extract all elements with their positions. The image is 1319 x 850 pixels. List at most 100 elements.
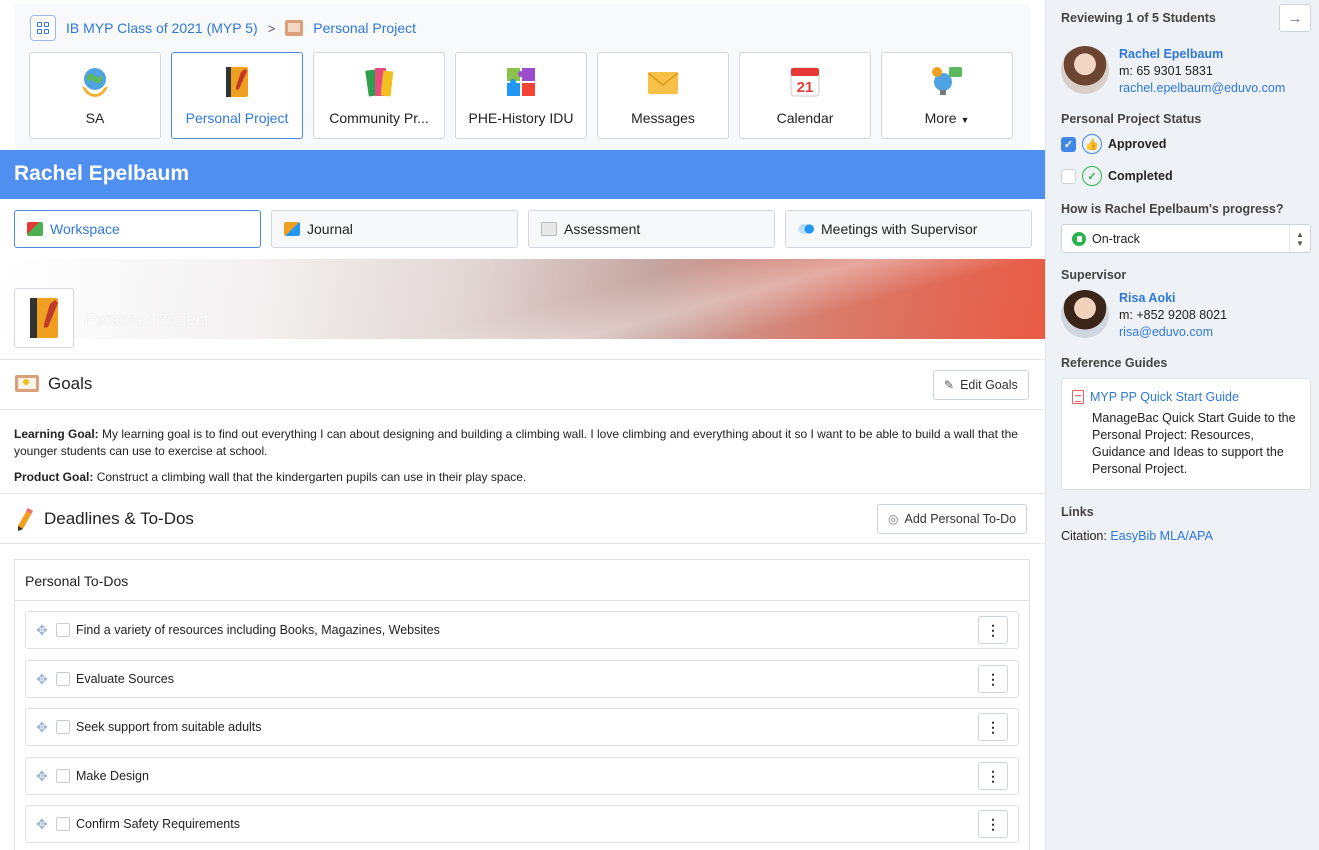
product-goal-label: Product Goal:: [14, 470, 94, 484]
tab-label: Meetings with Supervisor: [821, 221, 978, 237]
tile-messages[interactable]: Messages: [597, 52, 729, 139]
tab-workspace[interactable]: Workspace: [14, 210, 261, 248]
citation-prefix: Citation:: [1061, 529, 1107, 543]
product-goal: Product Goal: Construct a climbing wall …: [14, 469, 1024, 486]
workspace-icon: [27, 222, 43, 236]
todo-label: Find a variety of resources including Bo…: [76, 623, 440, 637]
arrow-right-icon: →: [1287, 9, 1303, 27]
student-name-link[interactable]: Rachel Epelbaum: [1119, 46, 1285, 63]
drag-handle-icon[interactable]: ✥: [36, 817, 50, 831]
kebab-menu-icon[interactable]: ⋮: [978, 665, 1008, 693]
books-icon: [361, 64, 397, 100]
supervisor-card: Risa Aoki m: +852 9208 8021 risa@eduvo.c…: [1061, 290, 1227, 341]
tab-meetings-with-supervisor[interactable]: Meetings with Supervisor: [785, 210, 1032, 248]
completed-checkbox[interactable]: [1061, 168, 1076, 184]
drag-handle-icon[interactable]: ✥: [36, 769, 50, 783]
todo-label: Evaluate Sources: [76, 672, 174, 686]
tile-label: Personal Project: [185, 110, 289, 126]
next-student-button[interactable]: →: [1279, 4, 1311, 32]
student-banner: Rachel Epelbaum: [0, 150, 1045, 199]
add-circle-icon: ◎: [888, 512, 899, 526]
tab-assessment[interactable]: Assessment: [528, 210, 775, 248]
class-header: IB MYP Class of 2021 (MYP 5) > Personal …: [14, 4, 1030, 148]
student-avatar: [1061, 46, 1109, 94]
tile-personal-project[interactable]: Personal Project: [171, 52, 303, 139]
breadcrumb-current[interactable]: Personal Project: [313, 20, 416, 36]
tile-label: PHE-History IDU: [468, 110, 574, 126]
goals-heading: Goals: [14, 373, 92, 395]
thumbs-up-icon: 👍: [1082, 134, 1102, 154]
reviewing-count: Reviewing 1 of 5 Students: [1061, 11, 1216, 25]
tile-more[interactable]: More ▼: [881, 52, 1013, 139]
goals-text: Learning Goal: My learning goal is to fi…: [14, 426, 1024, 495]
supervisor-label: Supervisor: [1061, 268, 1127, 282]
pdf-icon: [1072, 390, 1084, 404]
easybib-link[interactable]: EasyBib MLA/APA: [1110, 529, 1213, 543]
supervisor-email-link[interactable]: risa@eduvo.com: [1119, 324, 1227, 341]
flag-icon: [1072, 231, 1086, 246]
main-content: IB MYP Class of 2021 (MYP 5) > Personal …: [0, 0, 1045, 850]
section-title: Goals: [48, 374, 93, 393]
supervisor-avatar: [1061, 290, 1109, 338]
project-tabs: Workspace Journal Assessment Meetings wi…: [14, 210, 1032, 248]
caret-down-icon: ▼: [960, 115, 970, 125]
breadcrumb: IB MYP Class of 2021 (MYP 5) > Personal …: [30, 15, 416, 41]
tile-label: More ▼: [924, 110, 970, 126]
edit-goals-button[interactable]: ✎ Edit Goals: [933, 370, 1029, 400]
student-mobile: m: 65 9301 5831: [1119, 64, 1213, 78]
progress-select[interactable]: On-track ▲ ▼: [1061, 224, 1311, 253]
completed-label: Completed: [1108, 169, 1173, 183]
calendar-day: 21: [797, 79, 814, 96]
drag-handle-icon[interactable]: ✥: [36, 720, 50, 734]
todo-checkbox[interactable]: [56, 817, 70, 831]
kebab-menu-icon[interactable]: ⋮: [978, 810, 1008, 838]
notebook-icon: [219, 64, 255, 100]
pencil-icon: ✎: [944, 378, 955, 392]
todo-item: ✥ Find a variety of resources including …: [25, 611, 1019, 649]
kebab-menu-icon[interactable]: ⋮: [978, 713, 1008, 741]
pencil-icon: [18, 508, 33, 531]
todo-label: Make Design: [76, 769, 149, 783]
student-email-link[interactable]: rachel.epelbaum@eduvo.com: [1119, 80, 1285, 97]
todo-checkbox[interactable]: [56, 769, 70, 783]
tile-label: Messages: [631, 110, 695, 126]
hero-title: Personal Project: [84, 310, 209, 329]
citation-row: Citation: EasyBib MLA/APA: [1061, 529, 1213, 543]
guide-description: ManageBac Quick Start Guide to the Perso…: [1092, 411, 1296, 476]
drag-handle-icon[interactable]: ✥: [36, 623, 50, 637]
tile-calendar[interactable]: 21 Calendar: [739, 52, 871, 139]
tab-journal[interactable]: Journal: [271, 210, 518, 248]
drag-handle-icon[interactable]: ✥: [36, 672, 50, 686]
todo-label: Seek support from suitable adults: [76, 720, 262, 734]
kebab-menu-icon[interactable]: ⋮: [978, 762, 1008, 790]
breadcrumb-class-link[interactable]: IB MYP Class of 2021 (MYP 5): [66, 20, 258, 36]
todo-checkbox[interactable]: [56, 720, 70, 734]
calendar-icon: 21: [787, 64, 823, 100]
apps-grid-icon[interactable]: [30, 15, 56, 41]
globe-hands-icon: [77, 64, 113, 100]
supervisor-name-link[interactable]: Risa Aoki: [1119, 290, 1227, 307]
todo-checkbox[interactable]: [56, 672, 70, 686]
guide-title-link[interactable]: MYP PP Quick Start Guide: [1090, 390, 1239, 404]
approved-label: Approved: [1108, 137, 1167, 151]
completed-row: ✓ Completed: [1061, 166, 1173, 186]
learning-goal-label: Learning Goal:: [14, 427, 99, 441]
chat-bubbles-icon: [798, 222, 814, 236]
approved-checkbox[interactable]: ✓: [1061, 136, 1076, 152]
guide-title-row[interactable]: MYP PP Quick Start Guide: [1072, 390, 1300, 404]
todo-checkbox[interactable]: [56, 623, 70, 637]
tile-community-project[interactable]: Community Pr...: [313, 52, 445, 139]
tile-phe-history-idu[interactable]: PHE-History IDU: [455, 52, 587, 139]
add-personal-todo-button[interactable]: ◎ Add Personal To-Do: [877, 504, 1028, 534]
check-circle-icon: ✓: [1082, 166, 1102, 186]
tile-sa[interactable]: SA: [29, 52, 161, 139]
todo-item: ✥ Confirm Safety Requirements ⋮: [25, 805, 1019, 843]
deadlines-heading: Deadlines & To-Dos: [14, 506, 194, 532]
todo-item: ✥ Evaluate Sources ⋮: [25, 660, 1019, 698]
breadcrumb-separator: >: [267, 20, 276, 36]
journal-icon: [284, 222, 300, 236]
review-sidebar: Reviewing 1 of 5 Students → Rachel Epelb…: [1045, 0, 1319, 850]
kebab-menu-icon[interactable]: ⋮: [978, 616, 1008, 644]
button-label: Edit Goals: [960, 378, 1018, 392]
tab-label: Workspace: [50, 221, 120, 237]
